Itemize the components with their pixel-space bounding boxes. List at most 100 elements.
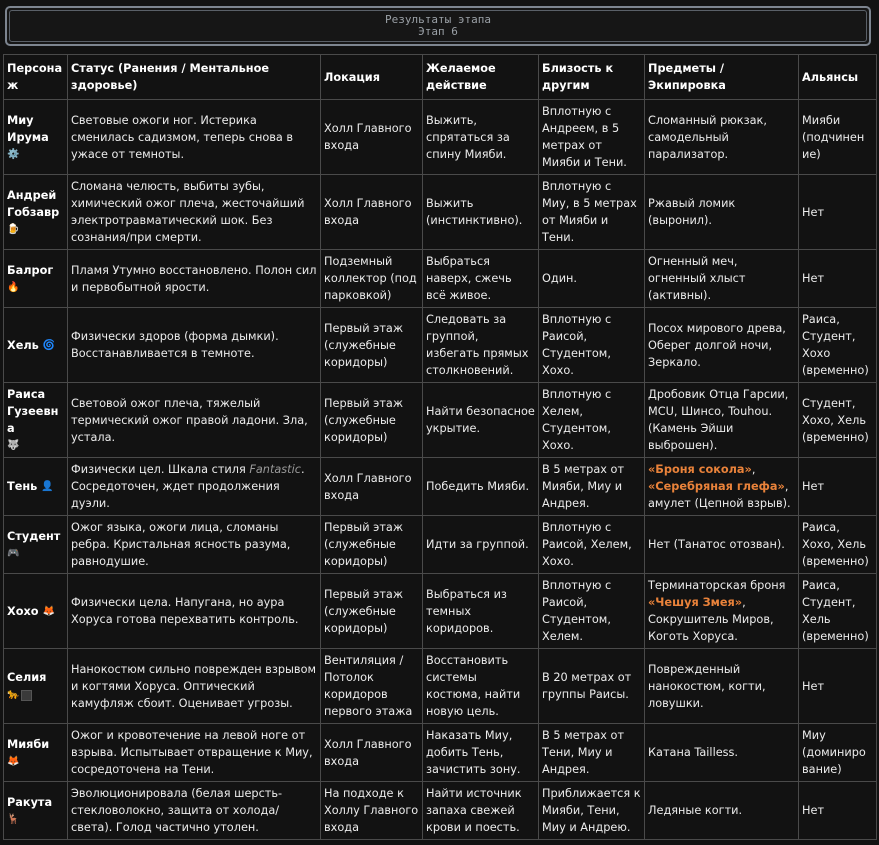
column-header-proximity: Близость к другим <box>538 54 645 100</box>
status-cell: Физически цел. Шкала стиля Fantastic. Со… <box>67 457 321 516</box>
character-cell: Селия 🐆 <box>3 648 68 724</box>
items-cell: «Броня сокола», «Серебряная глефа», амуле… <box>644 457 799 516</box>
action-cell: Идти за группой. <box>422 515 539 574</box>
style-rank: Fantastic <box>249 463 301 476</box>
status-cell: Эволюционировала (белая шерсть-стекловол… <box>67 781 321 840</box>
location-cell: Холл Главного входа <box>320 457 423 516</box>
status-cell: Ожог и кровотечение на левой ноге от взр… <box>67 723 321 782</box>
proximity-cell: Вплотную с Раисой, Хелем, Хохо. <box>538 515 645 574</box>
alliances-cell: Нет <box>798 781 877 840</box>
alliances-cell: Миу (доминиро вание) <box>798 723 877 782</box>
character-cell: Андрей Гобзавр 🍺 <box>3 174 68 250</box>
column-header-items: Предметы / Экипировка <box>644 54 799 100</box>
status-text: Физически цел. Шкала стиля <box>71 463 250 476</box>
character-cell: Ракута 🦌 <box>3 781 68 840</box>
swirl-icon: 🌀 <box>42 339 56 351</box>
alliances-cell: Нет <box>798 457 877 516</box>
table-row: Балрог 🔥 Пламя Утумно восстановлено. Пол… <box>3 249 877 308</box>
action-cell: Наказать Миу, добить Тень, зачистить зон… <box>422 723 539 782</box>
character-cell: Хохо 🦊 <box>3 573 68 649</box>
table-row: Раиса Гузеевна 🐺 Световой ожог плеча, тя… <box>3 382 877 458</box>
table-row: Андрей Гобзавр 🍺 Сломана челюсть, выбиты… <box>3 174 877 250</box>
column-header-character: Персона ж <box>3 54 68 100</box>
proximity-cell: Приближается к Мияби, Тени, Миу и Андрею… <box>538 781 645 840</box>
status-cell: Световые ожоги ног. Истерика сменилась с… <box>67 99 321 175</box>
character-cell: Тень 👤 <box>3 457 68 516</box>
character-cell: Студент 🎮 <box>3 515 68 574</box>
character-name: Андрей Гобзавр <box>7 188 60 219</box>
deer-icon: 🦌 <box>7 813 20 825</box>
location-cell: На подходе к Холлу Главного входа <box>320 781 423 840</box>
fire-icon: 🔥 <box>7 281 20 293</box>
proximity-cell: Вплотную с Раисой, Студентом, Хохо. <box>538 307 645 383</box>
items-cell: Ледяные когти. <box>644 781 799 840</box>
wolf-icon: 🐺 <box>7 440 20 451</box>
location-cell: Первый этаж (служебные коридоры) <box>320 307 423 383</box>
column-header-status: Статус (Ранения / Ментальное здоровье) <box>67 54 321 100</box>
action-cell: Выжить, спрятаться за спину Мияби. <box>422 99 539 175</box>
alliances-cell: Нет <box>798 174 877 250</box>
character-cell: Хель 🌀 <box>3 307 68 383</box>
gamepad-icon: 🎮 <box>7 547 20 559</box>
leopard-icon: 🐆 <box>7 689 20 700</box>
character-cell: Раиса Гузеевна 🐺 <box>3 382 68 458</box>
proximity-cell: В 5 метрах от Тени, Миу и Андрея. <box>538 723 645 782</box>
action-cell: Победить Мияби. <box>422 457 539 516</box>
silhouette-icon: 👤 <box>41 481 54 492</box>
item-highlight: «Чешуя Змея» <box>648 596 743 609</box>
alliances-cell: Нет <box>798 249 877 308</box>
items-cell: Катана Tailless. <box>644 723 799 782</box>
character-name: Студент <box>7 529 61 543</box>
table-row: Студент 🎮 Ожог языка, ожоги лица, сломан… <box>3 515 877 574</box>
status-cell: Световой ожог плеча, тяжелый термический… <box>67 382 321 458</box>
fox-icon: 🦊 <box>42 605 55 617</box>
items-cell: Огненный меч, огненный хлыст (активны). <box>644 249 799 308</box>
character-cell: Балрог 🔥 <box>3 249 68 308</box>
character-cell: Мияби 🦊 <box>3 723 68 782</box>
beer-icon: 🍺 <box>7 223 20 235</box>
items-cell: Дробовик Отца Гарсии, MCU, Шинсо, Touhou… <box>644 382 799 458</box>
character-cell: Миу Ирума ⚙️ <box>3 99 68 175</box>
column-header-alliances: Альянсы <box>798 54 877 100</box>
location-cell: Холл Главного входа <box>320 174 423 250</box>
alliances-cell: Мияби (подчинен ие) <box>798 99 877 175</box>
items-cell: Ржавый ломик (выронил). <box>644 174 799 250</box>
column-header-action: Желаемое действие <box>422 54 539 100</box>
items-cell: Поврежденный нанокостюм, когти, ловушки. <box>644 648 799 724</box>
alliances-cell: Раиса, Хохо, Хель (временно) <box>798 515 877 574</box>
table-row: Селия 🐆 Нанокостюм сильно поврежден взры… <box>3 648 877 724</box>
character-name: Миу Ирума <box>7 113 49 144</box>
location-cell: Холл Главного входа <box>320 99 423 175</box>
location-cell: Первый этаж (служебные коридоры) <box>320 382 423 458</box>
column-header-location: Локация <box>320 54 423 100</box>
table-row: Хель 🌀 Физически здоров (форма дымки). В… <box>3 307 877 383</box>
table-row: Миу Ирума ⚙️ Световые ожоги ног. Истерик… <box>3 99 877 175</box>
action-cell: Найти источник запаха свежей крови и пое… <box>422 781 539 840</box>
items-cell: Нет (Танатос отозван). <box>644 515 799 574</box>
proximity-cell: В 20 метрах от группы Раисы. <box>538 648 645 724</box>
results-table: Персона ж Статус (Ранения / Ментальное з… <box>3 54 877 840</box>
stage-results-header: Результаты этапа Этап 6 <box>5 6 871 46</box>
stage-number: Этап 6 <box>418 25 458 38</box>
character-name: Тень <box>7 480 38 493</box>
character-name: Хель <box>7 338 39 352</box>
status-cell: Физически цела. Напугана, но аура Хоруса… <box>67 573 321 649</box>
fox-icon: 🦊 <box>7 755 20 767</box>
item-text: , <box>751 463 756 476</box>
alliances-cell: Нет <box>798 648 877 724</box>
character-name: Мияби <box>7 737 50 751</box>
proximity-cell: Вплотную с Андреем, в 5 метрах от Мияби … <box>538 99 645 175</box>
character-name: Раиса Гузеевна <box>7 388 59 435</box>
location-cell: Первый этаж (служебные коридоры) <box>320 515 423 574</box>
items-cell: Сломанный рюкзак, самодельный парализато… <box>644 99 799 175</box>
gear-icon: ⚙️ <box>7 148 20 160</box>
location-cell: Первый этаж (служебные коридоры) <box>320 573 423 649</box>
square-icon <box>21 689 33 701</box>
proximity-cell: В 5 метрах от Мияби, Миу и Андрея. <box>538 457 645 516</box>
proximity-cell: Один. <box>538 249 645 308</box>
items-cell: Терминаторская броня «Чешуя Змея», Сокру… <box>644 573 799 649</box>
item-highlight: «Серебряная глефа» <box>648 480 785 493</box>
item-highlight: «Броня сокола» <box>648 463 752 476</box>
character-name: Хохо <box>7 604 39 618</box>
status-cell: Физически здоров (форма дымки). Восстана… <box>67 307 321 383</box>
